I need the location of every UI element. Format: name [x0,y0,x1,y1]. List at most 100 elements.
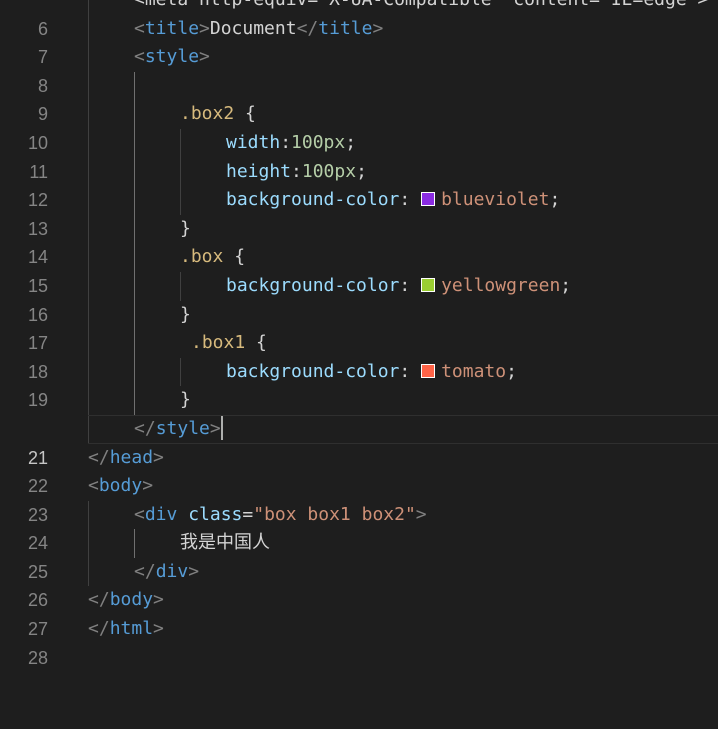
tag-bracket: > [209,417,221,439]
indent-guide [88,43,89,72]
code-text: height:100px; [226,158,367,187]
css-property: background-color [226,360,400,382]
code-editor[interactable]: 6 <meta http-equiv="X-UA-Compatible" con… [0,0,718,668]
css-value: tomato [441,360,507,382]
indent-guide [88,214,89,244]
colon: : [291,160,302,182]
indent-guide [180,271,181,301]
code-line[interactable]: 6 <meta http-equiv="X-UA-Compatible" con… [0,0,718,39]
indent-guide [134,186,135,215]
brace: { [234,103,256,125]
indent-guide [88,128,89,158]
indent-guide [134,300,135,330]
code-text: .box2 { [180,100,256,129]
code-line[interactable]: 8 <style> [0,43,718,96]
brace: } [180,389,191,411]
indent-guide [88,300,89,330]
colon: : [399,189,422,211]
code-text: </body> [88,586,164,615]
tag-name: style [144,46,200,68]
indent-guide [88,500,89,530]
code-text: 我是中国人 [180,532,270,554]
brace: { [223,246,246,268]
equals: = [242,503,254,525]
code-text: <title>Document</title> [134,15,383,44]
indent-guide [134,357,135,387]
tag-name: title [318,17,373,39]
code-line[interactable]: 18 .box1 { [0,329,718,382]
code-text: .box1 { [191,329,267,358]
code-line-current[interactable]: 21 </style> [0,414,718,468]
code-text: </style> [134,415,223,444]
code-text: <style> [134,43,210,72]
attribute-name: class [188,503,243,525]
indent-guide [88,271,89,301]
indent-guide [134,386,135,415]
code-line[interactable]: 28 </html> [0,615,718,668]
brace: } [180,303,191,325]
indent-guide [88,414,89,444]
code-text: </html> [88,615,164,644]
code-line[interactable]: 20 } [0,386,718,439]
tag-name: style [155,417,210,439]
indent-guide [88,157,89,187]
code-line[interactable]: 10 .box2 { [0,100,718,153]
code-text: </div> [134,558,199,587]
code-line[interactable]: 13 background-color: blueviolet; [0,186,718,239]
tag-name: title [144,17,200,39]
indent-guide [88,71,89,101]
css-value: blueviolet [441,189,550,211]
css-property: height [226,160,292,182]
code-line[interactable]: 11 width:100px; [0,128,718,182]
code-line[interactable]: 12 height:100px; [0,157,718,210]
indent-guide [88,0,89,15]
code-line[interactable]: 24 <div class="box box1 box2"> [0,500,718,553]
code-line[interactable]: 15 .box { [0,243,718,296]
tag-bracket: </ [134,417,156,439]
code-line[interactable]: 17 } [0,300,718,353]
semicolon: ; [506,360,517,382]
indent-guide [180,357,181,387]
indent-guide [88,243,89,272]
color-swatch-icon[interactable] [421,363,436,378]
code-line[interactable]: 16 background-color: yellowgreen; [0,271,718,325]
code-line[interactable]: 25 我是中国人 [0,529,718,582]
tag-bracket: </ [88,589,110,611]
code-text: } [180,301,191,330]
tag-bracket: </ [134,560,156,582]
code-line[interactable]: 22 </head> [0,444,718,497]
code-text: } [180,386,191,415]
css-value: yellowgreen [441,274,561,296]
semicolon: ; [549,189,561,211]
indent-guide [134,529,135,558]
code-text: background-color: tomato; [226,358,517,387]
code-text: <meta http-equiv="X-UA-Compatible" conte… [134,0,708,15]
code-text: background-color: blueviolet; [226,186,560,215]
tag-bracket: > [153,446,164,468]
css-selector: .box2 [180,103,235,125]
tag-bracket: < [134,46,145,68]
indent-guide [88,186,89,215]
css-property: background-color [226,189,400,211]
indent-guide [180,186,181,215]
code-line[interactable]: 23 <body> [0,472,718,525]
code-text: <div class="box box1 box2"> [134,501,427,530]
code-line[interactable]: 14 } [0,214,718,267]
css-selector: .box1 [191,332,246,354]
indent-guide [88,529,89,558]
color-swatch-icon[interactable] [421,192,436,207]
code-line[interactable]: 9 [0,71,718,124]
code-line[interactable]: 26 </div> [0,557,718,610]
code-text: .box { [180,243,245,272]
tag-name: div [155,560,189,582]
code-text: width:100px; [226,129,356,158]
tag-name: head [109,446,154,468]
code-line[interactable]: 19 background-color: tomato; [0,357,718,410]
indent-guide [134,71,135,101]
code-line[interactable]: 27 </body> [0,586,718,639]
tag-bracket: </ [88,618,110,640]
color-swatch-icon[interactable] [421,277,436,292]
indent-guide [88,329,89,358]
code-line[interactable]: 7 <title>Document</title> [0,14,718,67]
indent-guide [134,214,135,244]
